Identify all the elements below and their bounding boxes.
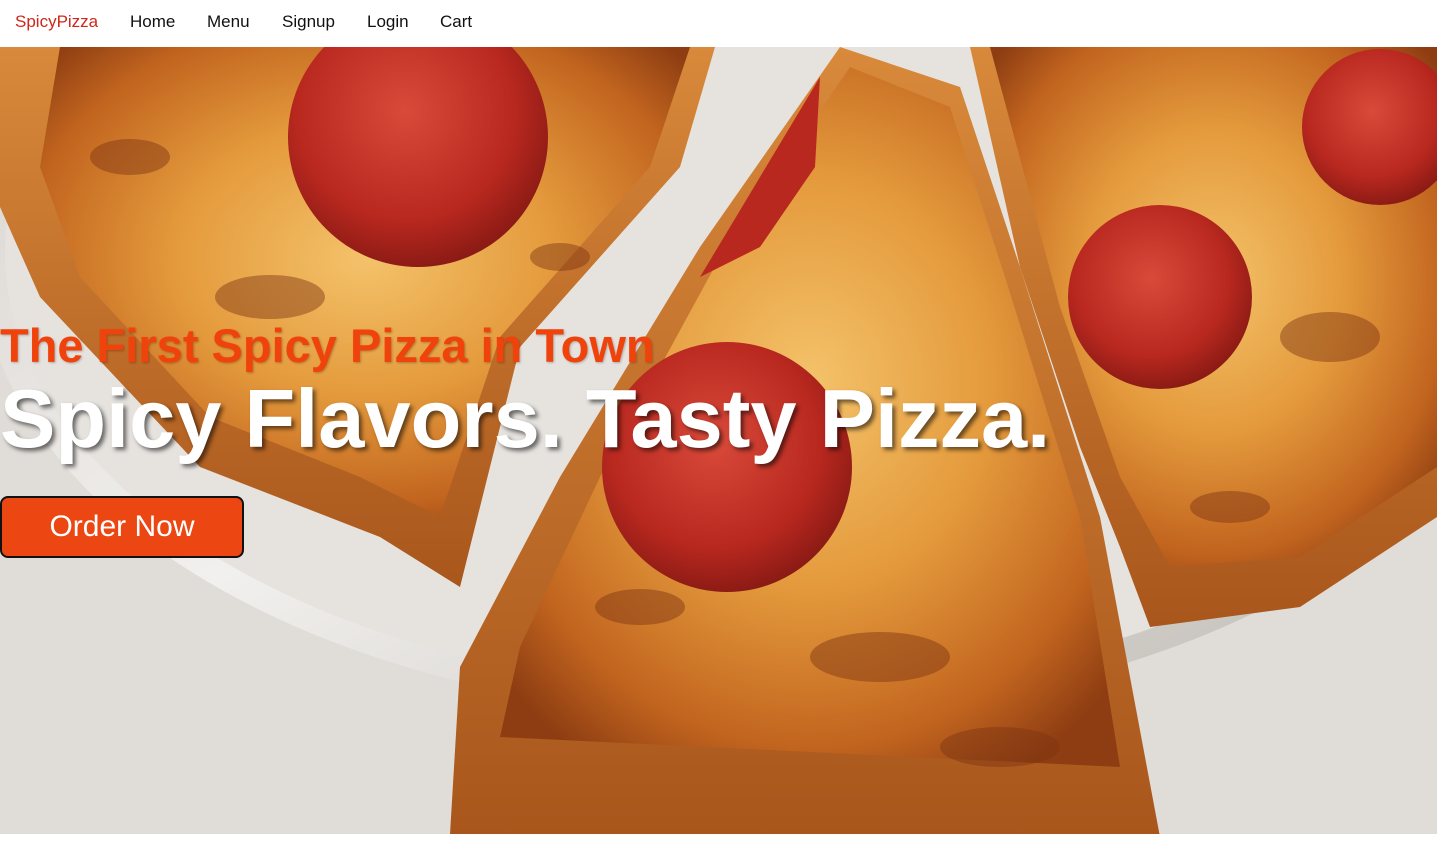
page-bottom-edge [0,834,1437,846]
nav-link-home[interactable]: Home [130,12,175,32]
nav-link-cart[interactable]: Cart [440,12,472,32]
hero-tagline: The First Spicy Pizza in Town [0,319,655,372]
hero-section: The First Spicy Pizza in Town Spicy Flav… [0,47,1437,834]
top-navbar: SpicyPizza Home Menu Signup Login Cart [0,0,1437,47]
hero-headline: Spicy Flavors. Tasty Pizza. [0,372,1051,465]
order-now-button[interactable]: Order Now [0,496,244,558]
brand-logo-link[interactable]: SpicyPizza [15,12,98,32]
nav-link-menu[interactable]: Menu [207,12,250,32]
nav-link-signup[interactable]: Signup [282,12,335,32]
nav-link-login[interactable]: Login [367,12,409,32]
